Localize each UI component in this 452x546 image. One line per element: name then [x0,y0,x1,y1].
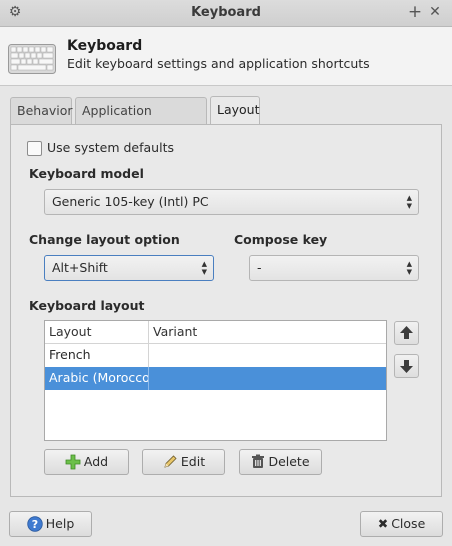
column-header-variant[interactable]: Variant [149,321,386,344]
keyboard-icon [8,44,56,74]
column-header-layout[interactable]: Layout [45,321,149,344]
plus-icon [65,454,81,469]
move-down-button[interactable] [394,354,419,378]
arrow-up-icon [400,326,413,339]
close-button[interactable]: ✖ Close [360,511,443,537]
pencil-icon [164,454,177,468]
close-window-icon[interactable]: ✕ [426,3,444,21]
help-label: Help [45,516,75,531]
help-button[interactable]: ? Help [9,511,92,537]
keyboard-model-label: Keyboard model [29,166,144,181]
change-layout-option-label: Change layout option [29,232,180,247]
keyboard-layout-label: Keyboard layout [29,298,145,313]
trash-icon [252,454,265,468]
window-titlebar: ⚙ Keyboard + ✕ [0,0,452,27]
keyboard-model-value: Generic 105-key (Intl) PC [52,194,209,209]
layout-cell: French [45,344,149,367]
spin-arrows-icon: ▲ ▼ [406,260,412,276]
arrow-down-icon [400,360,413,373]
compose-key-select[interactable]: - ▲ ▼ [249,255,419,281]
change-layout-option-value: Alt+Shift [52,260,108,275]
close-label: Close [391,516,426,531]
tab-application-shortcuts[interactable]: Application Shortcuts [75,97,207,144]
header-title: Keyboard [67,38,143,54]
help-icon: ? [27,515,43,532]
edit-label: Edit [180,454,206,469]
compose-key-value: - [257,260,262,275]
delete-label: Delete [268,454,310,469]
tab-layout[interactable]: Layout [210,96,260,124]
variant-cell [149,367,386,390]
close-x-icon: ✖ [377,516,389,531]
use-system-defaults-label[interactable]: Use system defaults [47,140,174,155]
table-row[interactable]: French [45,344,386,367]
use-system-defaults-checkbox[interactable] [27,141,42,156]
move-up-button[interactable] [394,321,419,345]
keyboard-model-select[interactable]: Generic 105-key (Intl) PC ▲ ▼ [44,189,419,215]
add-label: Add [83,454,109,469]
layout-cell: Arabic (Morocco) [45,367,149,390]
change-layout-option-select[interactable]: Alt+Shift ▲ ▼ [44,255,214,281]
spin-arrows-icon: ▲ ▼ [201,260,207,276]
keyboard-layout-table[interactable]: Layout Variant French Arabic (Morocco) [44,320,387,441]
tab-behavior[interactable]: Behavior [10,97,73,124]
add-layout-button[interactable]: Add [44,449,129,475]
table-row-selected[interactable]: Arabic (Morocco) [45,367,386,390]
spin-arrows-icon: ▲ ▼ [406,194,412,210]
variant-cell [149,344,386,367]
edit-layout-button[interactable]: Edit [142,449,225,475]
maximize-icon[interactable]: + [406,3,424,21]
compose-key-label: Compose key [234,232,328,247]
window-title: Keyboard [191,5,261,20]
svg-text:?: ? [32,518,38,531]
header-subtitle: Edit keyboard settings and application s… [67,56,370,71]
delete-layout-button[interactable]: Delete [239,449,322,475]
